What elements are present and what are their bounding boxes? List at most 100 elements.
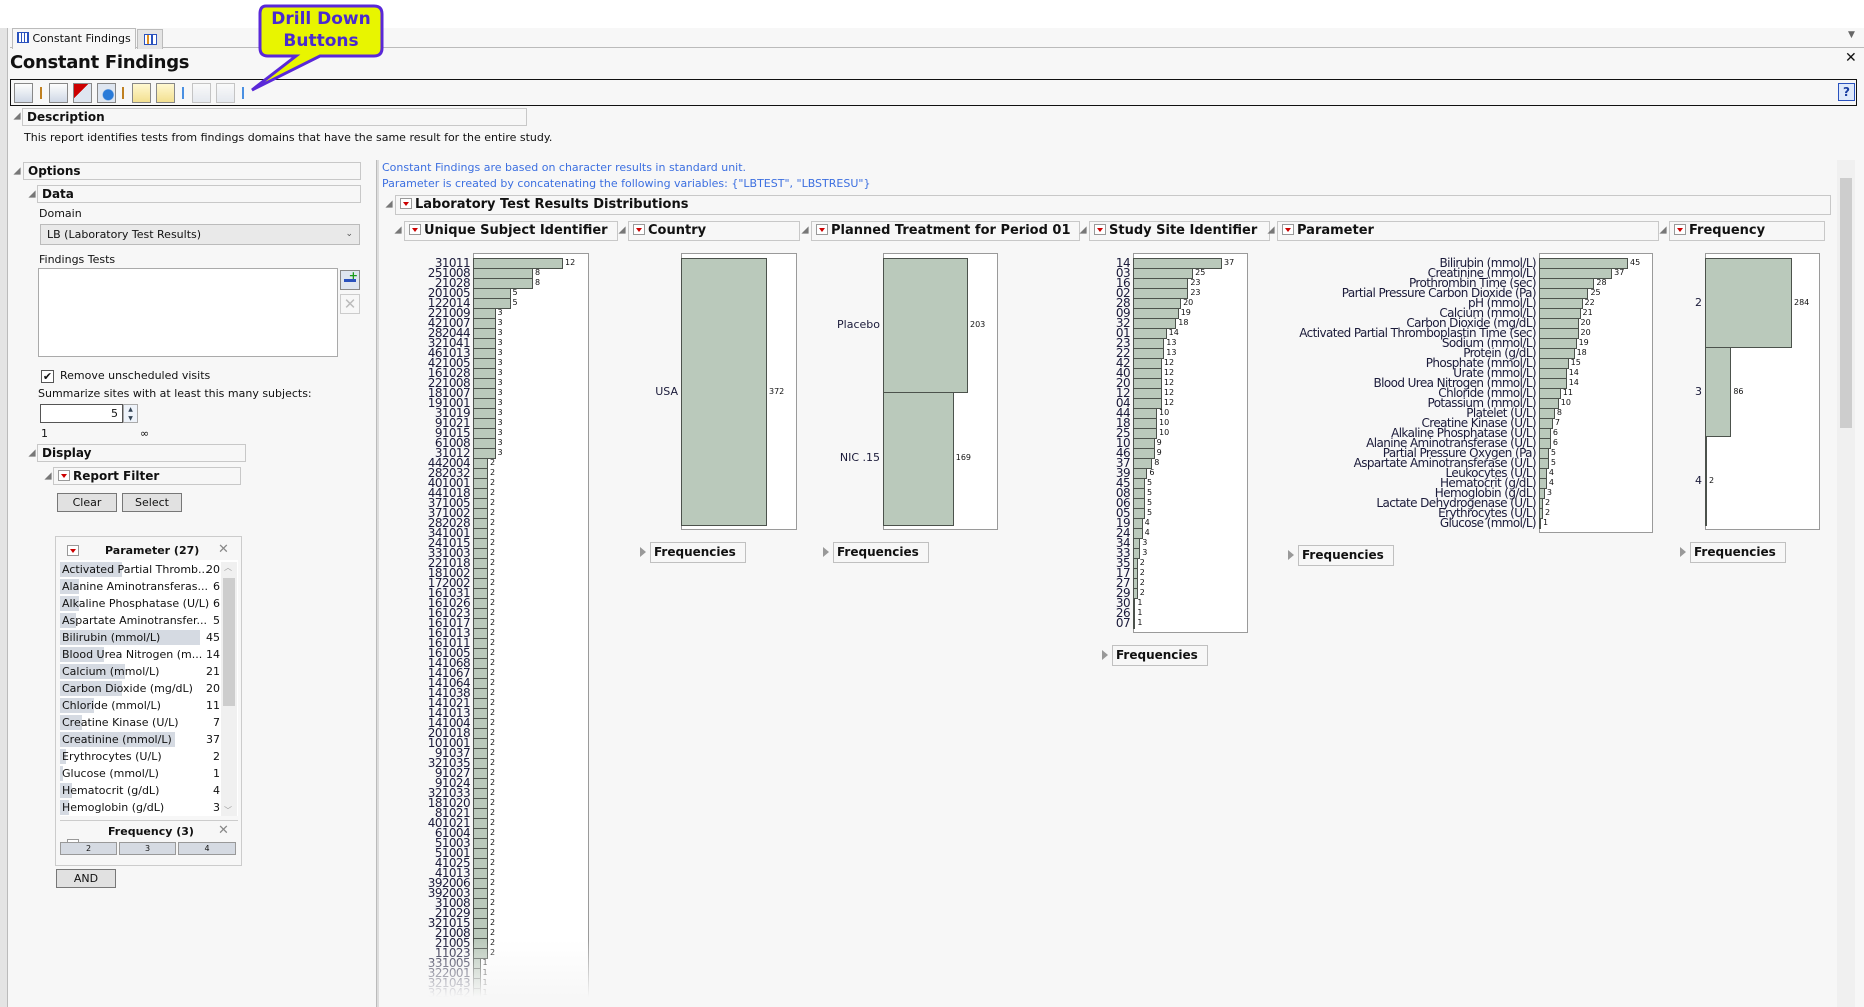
red-triangle-menu-icon[interactable] <box>400 198 412 209</box>
collapse-unique-subject-identifier-icon[interactable] <box>394 226 402 234</box>
close-parameter-filter-icon[interactable]: ✕ <box>218 542 229 557</box>
scroll-down-icon[interactable]: ﹀ <box>224 805 232 816</box>
frequency-button-4[interactable]: 4 <box>178 842 236 855</box>
expand-frequencies-icon[interactable] <box>1680 547 1686 557</box>
description-header[interactable]: Description <box>22 108 527 126</box>
country-bar[interactable] <box>681 258 767 526</box>
data-header[interactable]: Data <box>37 185 361 203</box>
summarize-input[interactable]: 5 <box>40 404 123 423</box>
close-frequency-filter-icon[interactable]: ✕ <box>218 823 229 838</box>
collapse-report-icon[interactable] <box>385 200 393 208</box>
unique-subject-identifier-header[interactable]: Unique Subject Identifier <box>404 221 618 241</box>
domain-select[interactable]: LB (Laboratory Test Results) ⌄ <box>40 224 360 245</box>
columns-icon[interactable] <box>49 83 68 103</box>
display-header[interactable]: Display <box>37 444 246 462</box>
parameter-filter-row[interactable]: Calcium (mmol/L) 21 <box>60 663 220 680</box>
red-triangle-menu-icon[interactable] <box>633 224 645 235</box>
scroll-up-icon[interactable]: ︿ <box>224 562 232 573</box>
remove-unscheduled-checkbox[interactable]: ✔ <box>41 370 54 383</box>
report-filter-header[interactable]: Report Filter <box>53 467 241 485</box>
add-test-button[interactable]: + <box>340 269 360 290</box>
parameter-filter-row[interactable]: Blood Urea Nitrogen (m... 14 <box>60 646 220 663</box>
planned-treatment-for-period-01-header[interactable]: Planned Treatment for Period 01 <box>811 221 1080 241</box>
study-site-identifier-bar[interactable] <box>1133 618 1136 629</box>
collapse-options-icon[interactable] <box>13 167 21 175</box>
unique-subject-identifier-bar[interactable] <box>473 988 481 999</box>
help-button[interactable]: ? <box>1838 83 1855 101</box>
frequency-button-2[interactable]: 2 <box>60 842 117 855</box>
red-triangle-menu-icon[interactable] <box>1674 224 1686 235</box>
frequency-bar[interactable] <box>1705 436 1707 526</box>
frequency-button-3[interactable]: 3 <box>119 842 176 855</box>
red-triangle-menu-icon[interactable] <box>1094 224 1106 235</box>
collapse-report-filter-icon[interactable] <box>44 472 52 480</box>
tab-constant-findings[interactable]: Constant Findings <box>12 28 136 49</box>
parameter-filter-row[interactable]: Activated Partial Thromb... 20 <box>60 561 220 578</box>
findings-tests-list[interactable] <box>38 268 338 357</box>
parameter-filter-row[interactable]: Aspartate Aminotransfer... 5 <box>60 612 220 629</box>
main-scrollbar-thumb[interactable] <box>1840 178 1852 428</box>
frequency-bar[interactable] <box>1705 347 1732 437</box>
parameter-filter-row[interactable]: Hematocrit (g/dL) 4 <box>60 782 220 799</box>
collapse-data-icon[interactable] <box>28 190 36 198</box>
select-button[interactable]: Select <box>122 493 182 512</box>
note-icon[interactable] <box>156 83 175 103</box>
frequency-bar[interactable] <box>1705 258 1792 348</box>
main-scrollbar[interactable] <box>1837 160 1855 1007</box>
panel-splitter[interactable] <box>376 160 379 1007</box>
unique-subject-identifier-value-label: 2 <box>490 618 496 627</box>
add-note-icon[interactable] <box>132 83 151 103</box>
collapse-display-icon[interactable] <box>28 449 36 457</box>
copy-icon[interactable] <box>73 83 92 103</box>
parameter-list-scrollbar[interactable]: ︿ ﹀ <box>221 562 237 816</box>
red-triangle-menu-icon[interactable] <box>409 224 421 235</box>
new-window-icon[interactable] <box>97 83 116 103</box>
parameter-filter-row[interactable]: Creatinine (mmol/L) 37 <box>60 731 220 748</box>
tab-chart[interactable] <box>137 29 163 49</box>
collapse-description-icon[interactable] <box>13 112 21 120</box>
parameter-filter-row[interactable]: Alanine Aminotransferas... 6 <box>60 578 220 595</box>
red-triangle-menu-icon[interactable] <box>58 470 70 481</box>
expand-frequencies-icon[interactable] <box>1102 650 1108 660</box>
parameter-header[interactable]: Parameter <box>1277 221 1659 241</box>
collapse-frequency-icon[interactable] <box>1659 226 1667 234</box>
planned-treatment-for-period-01-frequencies-header[interactable]: Frequencies <box>833 542 929 563</box>
parameter-filter-row[interactable]: Creatine Kinase (U/L) 7 <box>60 714 220 731</box>
planned-treatment-for-period-01-bar[interactable] <box>883 391 954 526</box>
clear-button[interactable]: Clear <box>57 493 117 512</box>
expand-frequencies-icon[interactable] <box>1288 550 1294 560</box>
collapse-parameter-icon[interactable] <box>1267 226 1275 234</box>
summarize-spinner[interactable]: ▲ ▼ <box>123 404 138 423</box>
study-site-identifier-header[interactable]: Study Site Identifier <box>1089 221 1270 241</box>
parameter-filter-menu-icon[interactable] <box>67 545 79 556</box>
collapse-study-site-identifier-icon[interactable] <box>1079 226 1087 234</box>
parameter-filter-row[interactable]: Glucose (mmol/L) 1 <box>60 765 220 782</box>
collapse-country-icon[interactable] <box>618 226 626 234</box>
parameter-filter-row[interactable]: Carbon Dioxide (mg/dL) 20 <box>60 680 220 697</box>
red-triangle-menu-icon[interactable] <box>816 224 828 235</box>
menu-dropdown-icon[interactable]: ▼ <box>1848 30 1855 40</box>
report-icon[interactable] <box>14 83 33 103</box>
country-frequencies-header[interactable]: Frequencies <box>650 542 746 563</box>
red-triangle-menu-icon[interactable] <box>1282 224 1294 235</box>
and-button[interactable]: AND <box>56 869 116 888</box>
parameter-filter-row[interactable]: Chloride (mmol/L) 11 <box>60 697 220 714</box>
parameter-frequencies-header[interactable]: Frequencies <box>1298 545 1394 566</box>
expand-frequencies-icon[interactable] <box>640 547 646 557</box>
frequency-frequencies-header[interactable]: Frequencies <box>1690 542 1786 563</box>
collapse-planned-treatment-for-period-01-icon[interactable] <box>801 226 809 234</box>
planned-treatment-for-period-01-bar[interactable] <box>883 258 968 393</box>
options-header[interactable]: Options <box>23 162 361 180</box>
frequency-header[interactable]: Frequency <box>1669 221 1825 241</box>
country-header[interactable]: Country <box>628 221 800 241</box>
scrollbar-thumb[interactable] <box>223 578 235 706</box>
parameter-filter-row[interactable]: Hemoglobin (g/dL) 3 <box>60 799 220 816</box>
study-site-identifier-frequencies-header[interactable]: Frequencies <box>1112 645 1208 666</box>
expand-frequencies-icon[interactable] <box>823 547 829 557</box>
parameter-bar[interactable] <box>1539 518 1541 529</box>
parameter-filter-row[interactable]: Bilirubin (mmol/L) 45 <box>60 629 220 646</box>
parameter-filter-row[interactable]: Alkaline Phosphatase (U/L) 6 <box>60 595 220 612</box>
report-header[interactable]: Laboratory Test Results Distributions <box>395 195 1831 215</box>
parameter-filter-row[interactable]: Erythrocytes (U/L) 2 <box>60 748 220 765</box>
close-icon[interactable]: ✕ <box>1845 50 1857 66</box>
